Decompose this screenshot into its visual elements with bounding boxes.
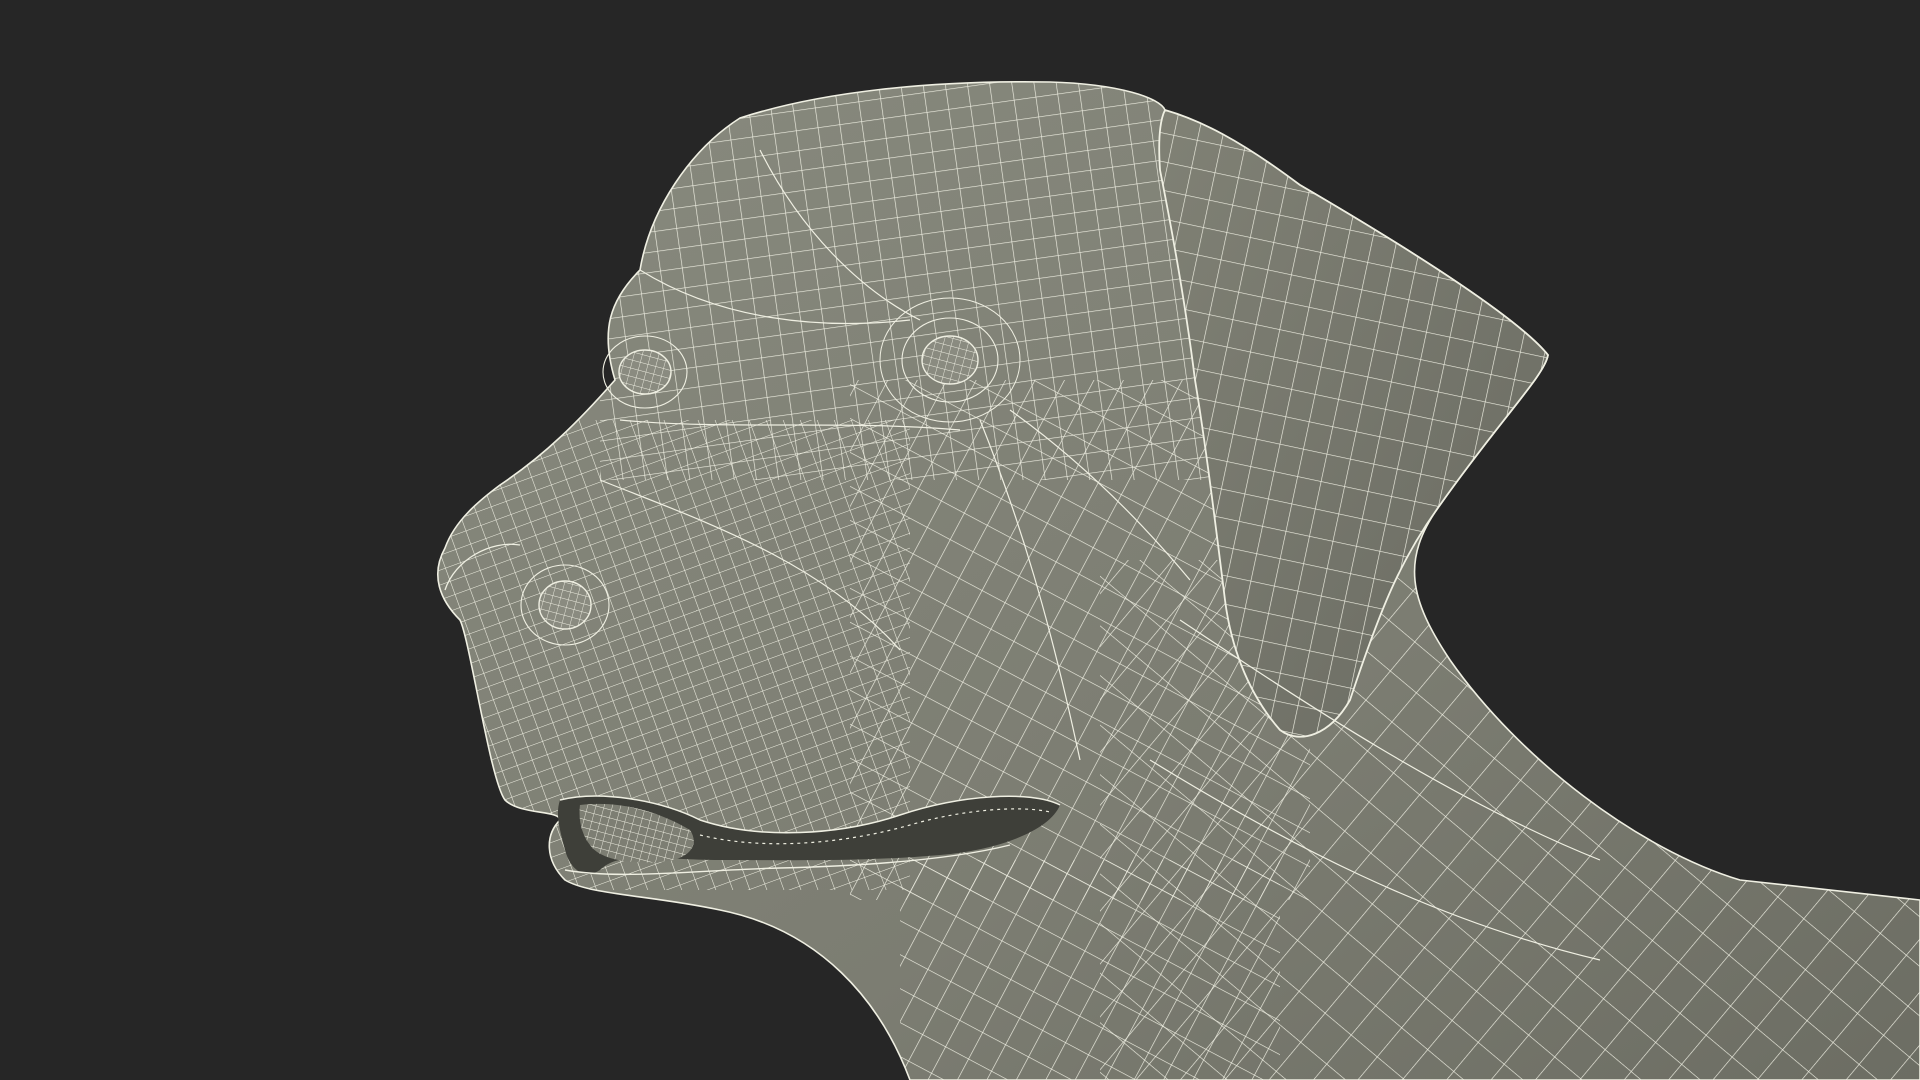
viewport (0, 0, 1920, 1080)
dog-wireframe-render (436, 80, 1920, 1080)
